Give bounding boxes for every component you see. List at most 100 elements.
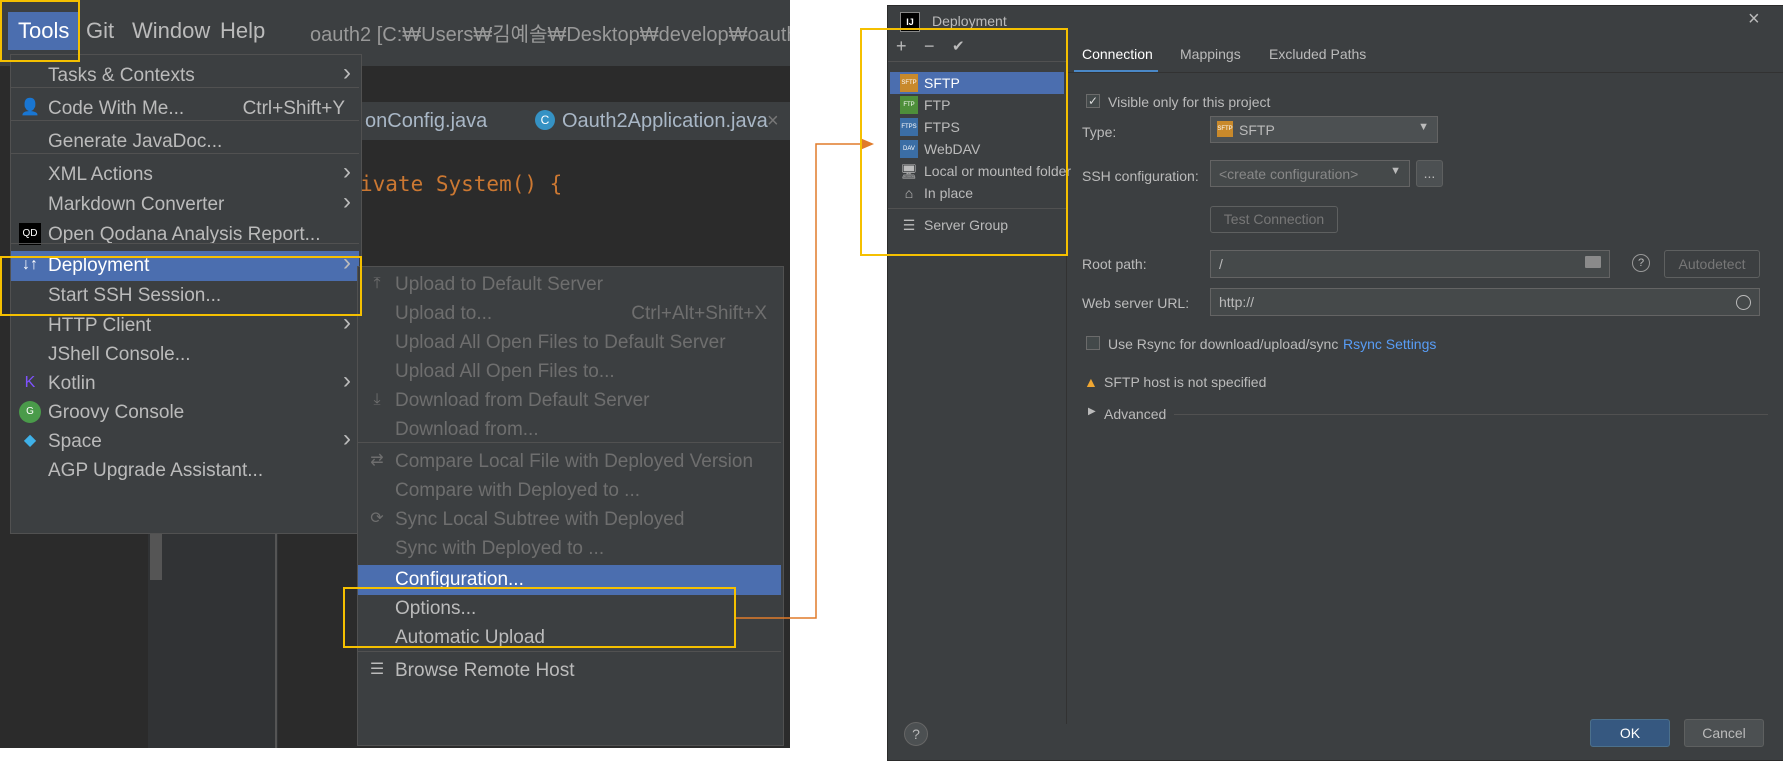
tab-excluded-paths[interactable]: Excluded Paths [1269,46,1366,62]
root-path-value: / [1219,256,1223,272]
help-icon[interactable]: ? [1632,254,1650,272]
globe-icon[interactable] [1736,295,1751,310]
tools-menu-item[interactable]: Markdown Converter › [11,188,359,220]
rsync-label: Use Rsync for download/upload/sync [1108,336,1339,352]
tab-connection[interactable]: Connection [1082,46,1153,62]
menu-separator [11,153,359,154]
menu-item-label: HTTP Client [48,315,152,336]
upload-icon: ⤒ [373,275,381,292]
web-url-input[interactable]: http:// [1210,288,1760,316]
ssh-config-dropdown[interactable]: <create configuration> ▼ [1210,160,1410,187]
deployment-menu-item[interactable]: ⟳ Sync Local Subtree with Deployed [358,505,781,535]
advanced-divider [1174,414,1768,415]
menu-git[interactable]: Git [86,18,114,44]
tab-divider [1067,72,1783,73]
rsync-checkbox[interactable] [1086,336,1100,350]
warning-icon: ▲ [1084,374,1098,390]
menu-separator [358,651,781,652]
menu-item-label: Compare with Deployed to ... [395,480,641,501]
tools-menu-item[interactable]: G Groovy Console [11,398,359,428]
menu-item-label: Kotlin [48,373,96,394]
menu-item-label: Upload to... [395,303,493,324]
scroll-marker [150,530,162,580]
deployment-menu-item[interactable]: Compare with Deployed to ... [358,476,781,506]
menu-item-label: XML Actions [48,164,153,185]
ssh-config-more-button[interactable]: ... [1416,160,1443,187]
expand-arrow-icon[interactable]: ▶ [1088,406,1096,417]
deployment-menu-item[interactable]: Upload All Open Files to... [358,357,781,387]
autodetect-button[interactable]: Autodetect [1664,250,1760,278]
menu-help[interactable]: Help [220,18,265,44]
chevron-right-icon: › [343,367,351,394]
menu-item-shortcut: Ctrl+Shift+Y [242,98,345,119]
ssh-config-value: <create configuration> [1219,166,1359,182]
deployment-menu-item[interactable]: Sync with Deployed to ... [358,534,781,564]
chevron-down-icon: ▼ [1418,121,1429,133]
menu-item-label: Code With Me... [48,98,185,119]
java-class-icon: C [535,110,555,130]
folder-icon[interactable] [1585,256,1601,268]
code-line: ivate System() { [360,172,562,196]
deployment-menu-item[interactable]: Upload to... Ctrl+Alt+Shift+X [358,299,781,329]
tools-menu-item[interactable]: JShell Console... [11,340,359,370]
web-url-label: Web server URL: [1082,295,1190,311]
code-text: ivate System() { [360,172,563,196]
tools-menu-item[interactable]: ◆ Space › [11,425,359,457]
compare-icon: ⇄ [370,452,384,469]
sync-icon: ⟳ [370,510,384,527]
deployment-menu-item[interactable]: ⇄ Compare Local File with Deployed Versio… [358,447,781,477]
tools-menu-item[interactable]: AGP Upgrade Assistant... [11,456,359,486]
editor-tabs: onConfig.java C Oauth2Application.java × [355,102,790,141]
menu-item-label: Compare Local File with Deployed Version [395,451,754,472]
menu-item-label: Upload All Open Files to... [395,361,615,382]
menu-item-label: Markdown Converter [48,194,225,215]
ok-button[interactable]: OK [1590,719,1670,747]
tab-config[interactable]: onConfig.java [365,110,487,133]
close-icon[interactable]: × [1748,8,1760,31]
test-connection-button[interactable]: Test Connection [1210,206,1338,233]
deployment-menu-item[interactable]: ☰ Browse Remote Host [358,656,781,686]
sftp-icon: SFTP [1217,121,1233,137]
chevron-down-icon: ▼ [1390,165,1401,177]
menu-item-label: Tasks & Contexts [48,65,195,86]
menu-window[interactable]: Window [132,18,210,44]
type-label: Type: [1082,124,1117,140]
rsync-settings-link[interactable]: Rsync Settings [1343,336,1436,352]
menu-item-label: Browse Remote Host [395,660,575,681]
root-path-label: Root path: [1082,256,1147,272]
deployment-menu-item[interactable]: ⤒ Upload to Default Server [358,270,781,300]
qodana-icon: QD [19,223,41,245]
tab-mappings[interactable]: Mappings [1180,46,1241,62]
deployment-menu-item[interactable]: Download from... [358,415,781,445]
tools-menu-item[interactable]: QD Open Qodana Analysis Report... [11,220,359,250]
menu-separator [11,120,359,121]
editor-area [355,140,790,148]
menu-separator [11,243,359,244]
menu-item-label: Generate JavaDoc... [48,131,223,152]
browse-remote-icon: ☰ [369,661,385,678]
visible-only-label: Visible only for this project [1108,94,1271,110]
gutter [148,520,278,748]
groovy-icon: G [19,401,41,423]
help-button[interactable]: ? [904,722,928,746]
tools-menu-item[interactable]: XML Actions › [11,158,359,190]
menu-item-label: Sync with Deployed to ... [395,538,605,559]
advanced-section[interactable]: Advanced [1104,406,1166,422]
menu-item-label: Sync Local Subtree with Deployed [395,509,685,530]
menu-item-label: Download from... [395,419,539,440]
highlight-server-list [860,28,1068,256]
root-path-input[interactable]: / [1210,250,1610,278]
web-url-value: http:// [1219,294,1255,310]
download-icon: ⤓ [373,391,381,408]
warning-message: SFTP host is not specified [1104,374,1267,390]
cancel-button[interactable]: Cancel [1684,719,1764,747]
type-dropdown[interactable]: SFTP SFTP ▼ [1210,116,1438,143]
deployment-menu-item[interactable]: ⤓ Download from Default Server [358,386,781,416]
visible-only-checkbox[interactable]: ✓ [1086,94,1100,108]
deployment-menu-item[interactable]: Upload All Open Files to Default Server [358,328,781,358]
chevron-right-icon: › [343,59,351,86]
highlight-tools [0,0,80,62]
tools-menu-item[interactable]: K Kotlin › [11,367,359,399]
menu-item-label: JShell Console... [48,344,191,365]
menu-separator [11,87,359,88]
